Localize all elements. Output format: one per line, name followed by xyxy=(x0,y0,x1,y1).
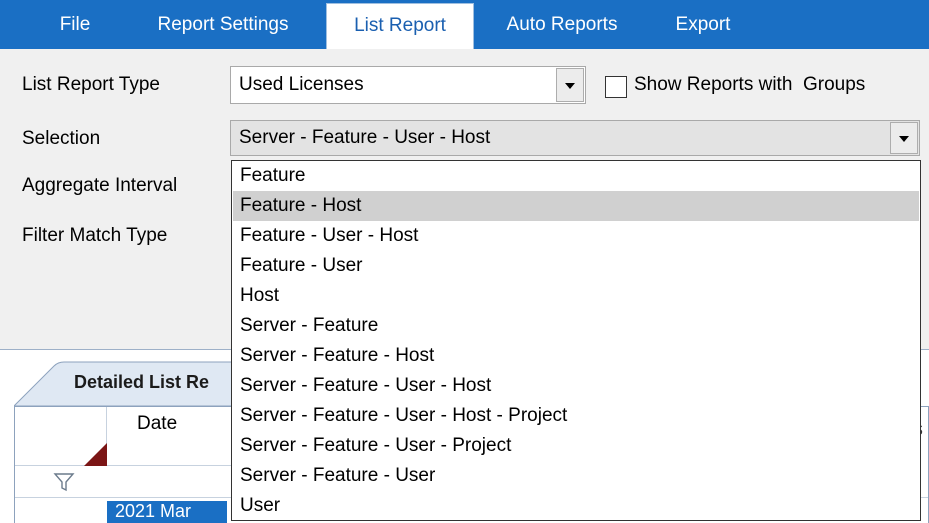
dropdown-option-highlighted[interactable]: Feature - Host xyxy=(233,191,919,221)
dropdown-option[interactable]: Server - Feature - Host xyxy=(233,341,919,371)
tab-report-settings[interactable]: Report Settings xyxy=(138,0,308,49)
show-groups-checkbox[interactable] xyxy=(605,76,627,98)
chevron-down-icon xyxy=(899,136,909,142)
selection-dropdown-button[interactable] xyxy=(890,122,918,154)
dropdown-option[interactable]: Server - Feature - User - Host - Project xyxy=(233,401,919,431)
tab-file[interactable]: File xyxy=(40,0,110,49)
list-report-type-value: Used Licenses xyxy=(239,74,364,95)
tab-export[interactable]: Export xyxy=(652,0,754,49)
ribbon-tab-bar: File Report Settings List Report Auto Re… xyxy=(0,0,929,49)
date-column-header-label: Date xyxy=(137,413,178,434)
grid-tab-label: Detailed List Re xyxy=(74,372,210,392)
dropdown-option[interactable]: User xyxy=(233,491,919,521)
chevron-down-icon xyxy=(565,83,575,89)
selection-value: Server - Feature - User - Host xyxy=(239,127,491,148)
list-report-type-label: List Report Type xyxy=(22,74,161,95)
aggregate-interval-label: Aggregate Interval xyxy=(22,175,178,196)
dropdown-option[interactable]: Feature xyxy=(233,161,919,191)
dropdown-option[interactable]: Server - Feature - User - Project xyxy=(233,431,919,461)
selection-combo[interactable]: Server - Feature - User - Host xyxy=(230,120,920,156)
list-report-type-dropdown-button[interactable] xyxy=(556,68,584,102)
date-cell[interactable]: 2021 Mar xyxy=(107,501,227,523)
dropdown-option[interactable]: Host xyxy=(233,281,919,311)
show-groups-label: Show Reports with Groups xyxy=(634,74,866,95)
list-report-type-combo[interactable]: Used Licenses xyxy=(230,66,586,104)
dropdown-option[interactable]: Server - Feature - User - Host xyxy=(233,371,919,401)
tab-auto-reports[interactable]: Auto Reports xyxy=(484,0,640,49)
filter-icon[interactable] xyxy=(53,472,75,492)
dropdown-option[interactable]: Feature - User - Host xyxy=(233,221,919,251)
selection-label: Selection xyxy=(22,128,101,149)
filter-match-type-label: Filter Match Type xyxy=(22,225,168,246)
selection-dropdown-list[interactable]: Feature Feature - Host Feature - User - … xyxy=(231,160,921,521)
dropdown-option[interactable]: Feature - User xyxy=(233,251,919,281)
dropdown-option[interactable]: Server - Feature - User xyxy=(233,461,919,491)
dropdown-option[interactable]: Server - Feature xyxy=(233,311,919,341)
tab-list-report[interactable]: List Report xyxy=(326,3,474,49)
